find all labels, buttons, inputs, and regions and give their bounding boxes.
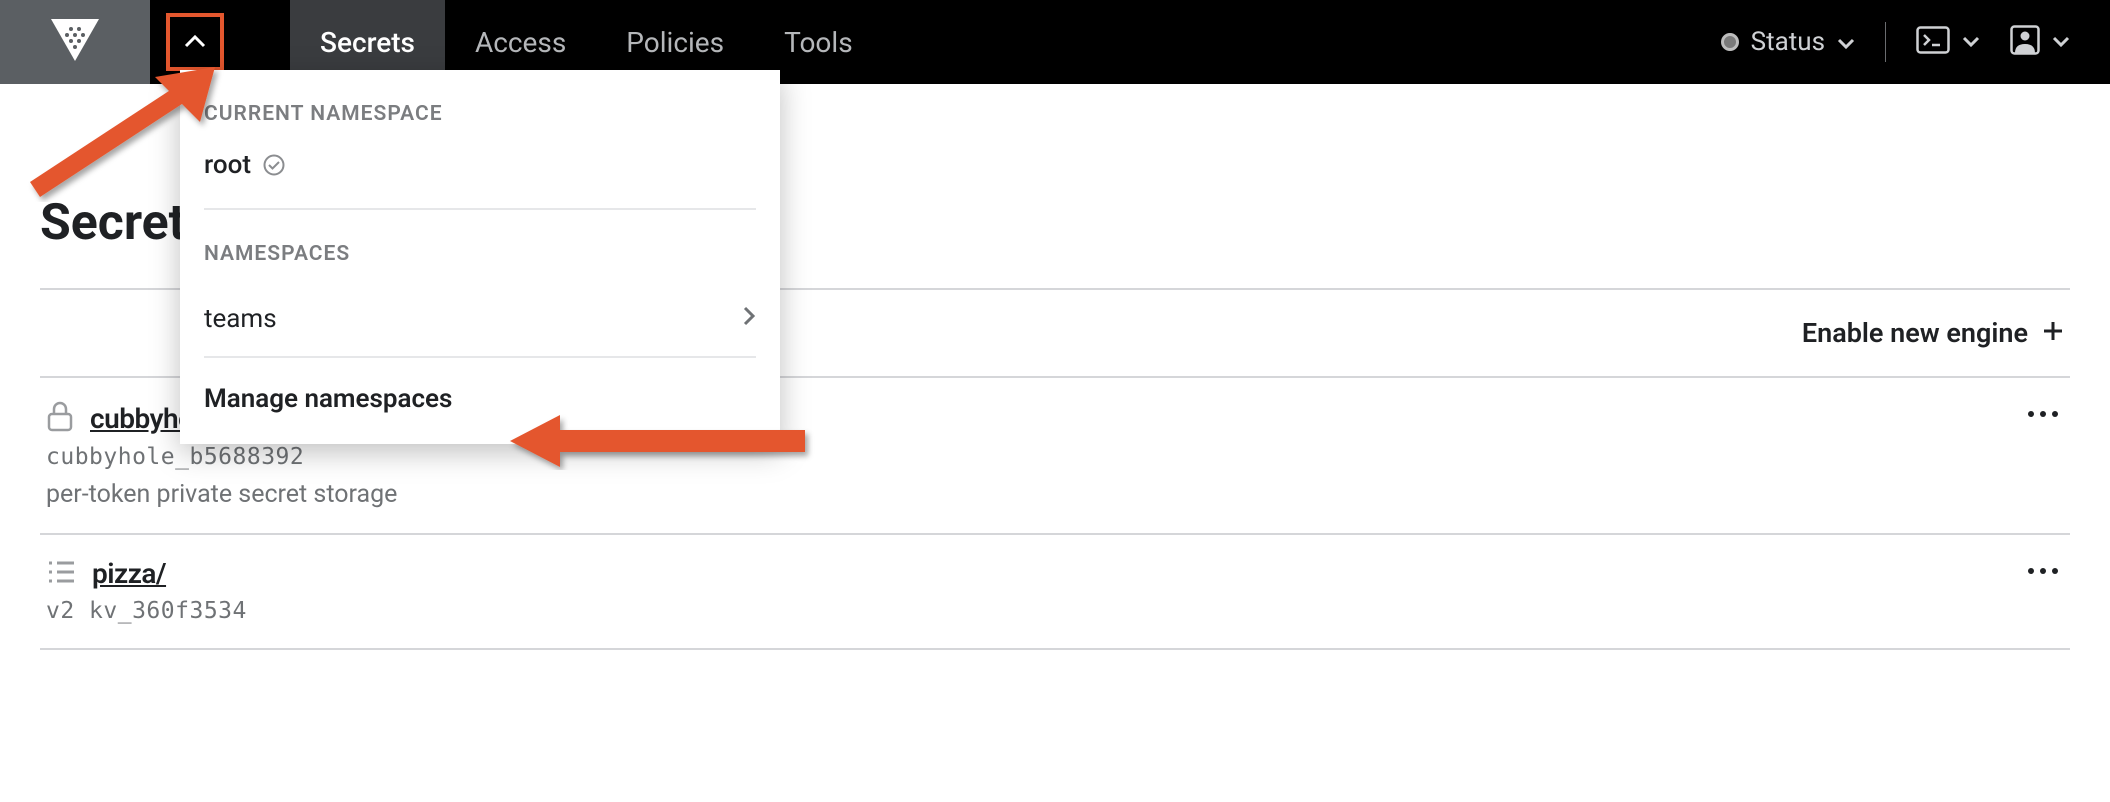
chevron-up-icon — [184, 33, 206, 52]
user-icon — [2010, 25, 2040, 59]
engine-actions-menu[interactable] — [2026, 404, 2060, 423]
engine-id: cubbyhole_b5688392 — [46, 444, 2064, 470]
chevron-right-icon — [742, 304, 756, 334]
current-namespace-value: root — [180, 142, 780, 208]
topbar-right: Status — [1721, 22, 2110, 62]
check-circle-icon — [263, 154, 285, 176]
chevron-down-icon — [2052, 33, 2070, 52]
current-namespace-header: CURRENT NAMESPACE — [180, 70, 780, 142]
manage-namespaces-link[interactable]: Manage namespaces — [180, 358, 780, 444]
namespace-item-teams[interactable]: teams — [180, 282, 780, 356]
user-dropdown[interactable] — [2010, 25, 2070, 59]
engine-row: pizza/ v2 kv_360f3534 — [40, 535, 2070, 650]
namespaces-header: NAMESPACES — [180, 210, 780, 282]
namespace-dropdown: CURRENT NAMESPACE root NAMESPACES teams … — [180, 70, 780, 444]
enable-new-engine-button[interactable]: Enable new engine — [1802, 317, 2064, 349]
logo-area — [0, 0, 150, 84]
status-indicator-icon — [1721, 33, 1739, 51]
namespace-item-label: teams — [204, 304, 277, 334]
engine-id: v2 kv_360f3534 — [46, 598, 2064, 624]
divider — [1885, 22, 1886, 62]
plus-icon — [2042, 317, 2064, 349]
terminal-icon — [1916, 26, 1950, 58]
status-label: Status — [1751, 27, 1825, 57]
engine-description: per-token private secret storage — [46, 480, 2064, 509]
chevron-down-icon — [1837, 27, 1855, 57]
enable-engine-label: Enable new engine — [1802, 317, 2028, 349]
engine-actions-menu[interactable] — [2026, 561, 2060, 580]
namespace-picker-toggle[interactable] — [166, 13, 224, 71]
list-icon — [46, 559, 76, 589]
vault-logo-icon — [51, 19, 99, 65]
current-namespace-text: root — [204, 150, 251, 180]
chevron-down-icon — [1962, 33, 1980, 52]
lock-icon — [46, 400, 74, 436]
status-dropdown[interactable]: Status — [1721, 27, 1855, 57]
console-dropdown[interactable] — [1916, 26, 1980, 58]
engine-link[interactable]: pizza/ — [92, 557, 166, 590]
